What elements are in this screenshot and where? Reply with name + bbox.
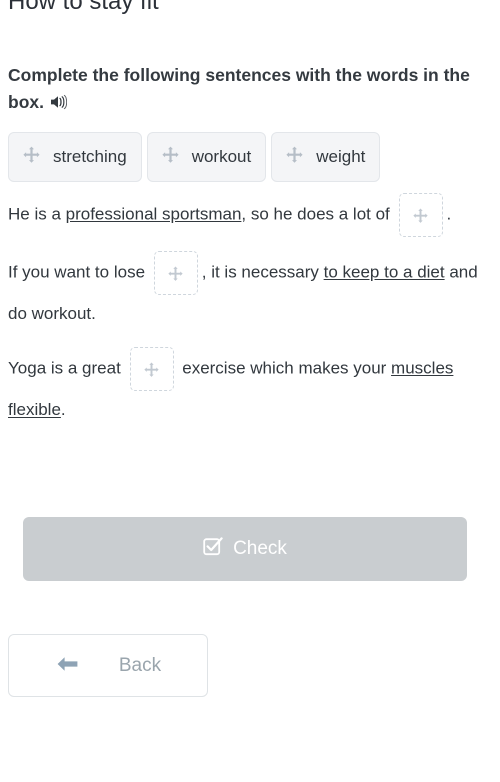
word-chip-stretching[interactable]: stretching	[8, 132, 142, 182]
sentence-text: .	[60, 400, 66, 419]
sentence-1: He is a professional sportsman, so he do…	[8, 193, 486, 237]
sentence-3: Yoga is a great exercise which makes you…	[8, 347, 486, 429]
word-chip-label: workout	[191, 147, 252, 166]
word-chip-weight[interactable]: weight	[271, 132, 381, 182]
move-arrows-icon	[162, 146, 179, 168]
page-title: How to stay fit	[8, 0, 159, 15]
checkbox-checked-icon	[203, 536, 223, 562]
sentence-underlined-phrase: professional sportsman	[65, 204, 242, 224]
arrow-left-icon	[55, 654, 81, 677]
back-button-label: Back	[118, 654, 162, 676]
move-arrows-icon	[286, 146, 303, 168]
answer-blank-2[interactable]	[153, 251, 198, 295]
word-chip-label: weight	[316, 147, 366, 166]
back-button[interactable]: Back	[8, 634, 208, 697]
sentence-2: If you want to lose , it is necessary to…	[8, 251, 486, 333]
sentence-text: He is a	[8, 204, 66, 224]
sentence-text: .	[446, 204, 452, 224]
sentence-list: He is a professional sportsman, so he do…	[8, 193, 486, 443]
word-chip-label: stretching	[53, 147, 127, 166]
exercise-page: How to stay fit Complete the following s…	[0, 0, 500, 782]
answer-blank-3[interactable]	[129, 347, 174, 391]
check-button-label: Check	[233, 538, 287, 559]
answer-blank-1[interactable]	[398, 193, 443, 237]
page-title-container: How to stay fit	[8, 0, 488, 19]
word-bank: stretching workout weight	[8, 132, 492, 182]
speaker-icon[interactable]	[50, 91, 68, 118]
sentence-text: , it is necessary	[201, 262, 324, 282]
sentence-text: If you want to lose	[8, 262, 150, 282]
sentence-text: exercise which makes your	[177, 358, 392, 378]
sentence-text: , so he does a lot of	[241, 204, 395, 224]
sentence-underlined-phrase: to keep to a diet	[323, 262, 445, 282]
instruction-text: Complete the following sentences with th…	[8, 65, 470, 112]
sentence-text: Yoga is a great	[8, 358, 126, 378]
word-chip-workout[interactable]: workout	[146, 132, 267, 182]
move-arrows-icon	[23, 146, 40, 168]
check-button[interactable]: Check	[23, 517, 467, 581]
instruction-block: Complete the following sentences with th…	[8, 62, 478, 118]
